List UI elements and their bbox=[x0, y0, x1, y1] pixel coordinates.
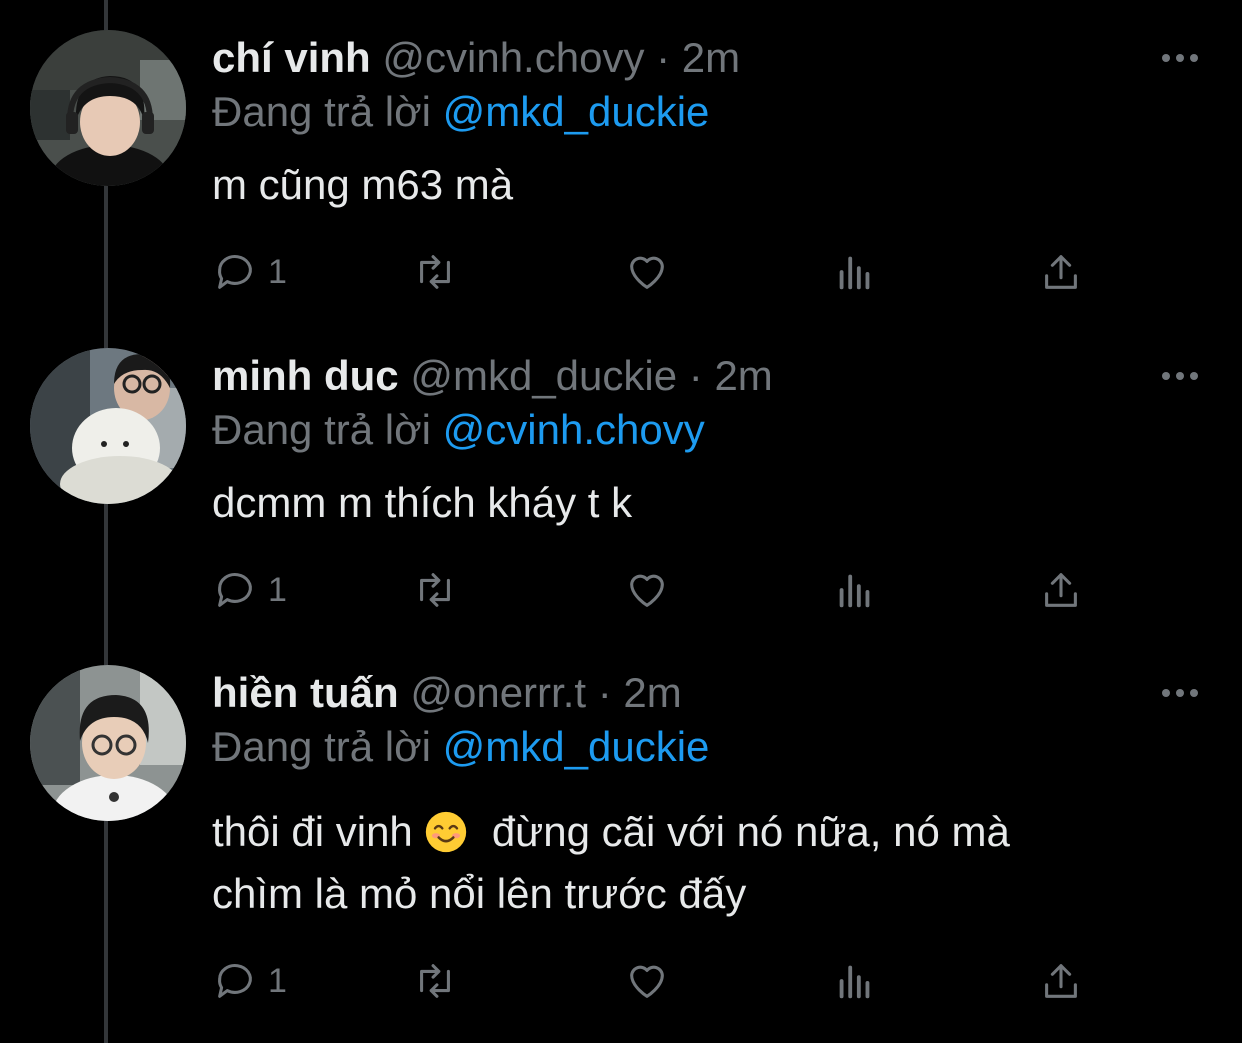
tweet-text: m cũng m63 mà bbox=[212, 154, 1212, 216]
timestamp[interactable]: 2m bbox=[623, 669, 681, 716]
timestamp[interactable]: 2m bbox=[682, 34, 740, 81]
heart-icon bbox=[630, 574, 664, 607]
more-icon[interactable] bbox=[1158, 40, 1202, 76]
reply-icon bbox=[218, 255, 252, 289]
more-icon[interactable] bbox=[1158, 358, 1202, 394]
display-name[interactable]: hiền tuấn bbox=[212, 669, 399, 716]
tweet[interactable]: minh duc @mkd_duckie · 2m Đang trả lời @… bbox=[0, 348, 1242, 638]
replying-to: Đang trả lời @cvinh.chovy bbox=[212, 402, 705, 458]
tweet-text-line: m cũng m63 mà bbox=[212, 161, 514, 208]
separator: · bbox=[656, 34, 671, 81]
tweet-text: dcmm m thích kháy t k bbox=[212, 472, 1212, 534]
share-icon bbox=[1045, 255, 1077, 289]
heart-icon bbox=[630, 965, 664, 998]
action-bar: 1 bbox=[212, 562, 1112, 618]
mention-link[interactable]: @cvinh.chovy bbox=[443, 406, 705, 453]
views-button[interactable] bbox=[832, 562, 878, 618]
share-button[interactable] bbox=[1038, 562, 1084, 618]
tweet-header: hiền tuấn @onerrr.t · 2m bbox=[212, 665, 682, 721]
reply-count: 1 bbox=[268, 252, 287, 291]
mention-link[interactable]: @mkd_duckie bbox=[443, 723, 710, 770]
action-bar: 1 bbox=[212, 244, 1112, 300]
views-icon bbox=[839, 965, 870, 999]
reply-button[interactable]: 1 bbox=[212, 562, 287, 618]
retweet-icon bbox=[420, 573, 450, 607]
retweet-icon bbox=[420, 255, 450, 289]
user-handle[interactable]: @mkd_duckie bbox=[410, 352, 677, 399]
reply-button[interactable]: 1 bbox=[212, 953, 287, 1009]
reply-count: 1 bbox=[268, 961, 287, 1000]
mention-link[interactable]: @mkd_duckie bbox=[443, 88, 710, 135]
more-icon[interactable] bbox=[1158, 675, 1202, 711]
tweet-header: chí vinh @cvinh.chovy · 2m bbox=[212, 30, 740, 86]
share-button[interactable] bbox=[1038, 953, 1084, 1009]
share-button[interactable] bbox=[1038, 244, 1084, 300]
tweet-text-line: chìm là mỏ nổi lên trước đấy bbox=[212, 870, 747, 917]
share-icon bbox=[1045, 964, 1077, 998]
avatar[interactable] bbox=[30, 348, 186, 504]
like-button[interactable] bbox=[624, 562, 670, 618]
views-icon bbox=[839, 574, 870, 608]
tweet-text-line: dcmm m thích kháy t k bbox=[212, 479, 633, 526]
user-handle[interactable]: @onerrr.t bbox=[410, 669, 586, 716]
separator: · bbox=[597, 669, 612, 716]
separator: · bbox=[688, 352, 703, 399]
tweet-text: thôi đi vinh đừng cãi với nó nữa, nó mà … bbox=[212, 801, 1212, 925]
reply-icon bbox=[218, 964, 252, 998]
retweet-button[interactable] bbox=[412, 953, 458, 1009]
tweet-text-segment: đừng cãi với nó nữa, nó mà bbox=[491, 808, 1010, 855]
retweet-button[interactable] bbox=[412, 562, 458, 618]
tweet-text-line: thôi đi vinh đừng cãi với nó nữa, nó mà bbox=[212, 801, 1212, 863]
tweet-text-segment: thôi đi vinh bbox=[212, 808, 413, 855]
smiling-face-emoji bbox=[426, 811, 467, 853]
views-button[interactable] bbox=[832, 953, 878, 1009]
like-button[interactable] bbox=[624, 244, 670, 300]
replying-label: Đang trả lời bbox=[212, 406, 431, 453]
user-handle[interactable]: @cvinh.chovy bbox=[382, 34, 644, 81]
tweet-header: minh duc @mkd_duckie · 2m bbox=[212, 348, 773, 404]
tweet[interactable]: hiền tuấn @onerrr.t · 2m Đang trả lời @m… bbox=[0, 665, 1242, 1043]
avatar[interactable] bbox=[30, 665, 186, 821]
replying-label: Đang trả lời bbox=[212, 88, 431, 135]
avatar[interactable] bbox=[30, 30, 186, 186]
share-icon bbox=[1045, 573, 1077, 607]
views-icon bbox=[839, 256, 870, 290]
retweet-button[interactable] bbox=[412, 244, 458, 300]
heart-icon bbox=[630, 256, 664, 289]
reply-icon bbox=[218, 573, 252, 607]
reply-button[interactable]: 1 bbox=[212, 244, 287, 300]
display-name[interactable]: chí vinh bbox=[212, 34, 371, 81]
replying-to: Đang trả lời @mkd_duckie bbox=[212, 719, 709, 775]
retweet-icon bbox=[420, 964, 450, 998]
like-button[interactable] bbox=[624, 953, 670, 1009]
views-button[interactable] bbox=[832, 244, 878, 300]
display-name[interactable]: minh duc bbox=[212, 352, 399, 399]
reply-count: 1 bbox=[268, 570, 287, 609]
action-bar: 1 bbox=[212, 953, 1112, 1009]
replying-to: Đang trả lời @mkd_duckie bbox=[212, 84, 709, 140]
timestamp[interactable]: 2m bbox=[714, 352, 772, 399]
replying-label: Đang trả lời bbox=[212, 723, 431, 770]
tweet[interactable]: chí vinh @cvinh.chovy · 2m Đang trả lời … bbox=[0, 30, 1242, 320]
